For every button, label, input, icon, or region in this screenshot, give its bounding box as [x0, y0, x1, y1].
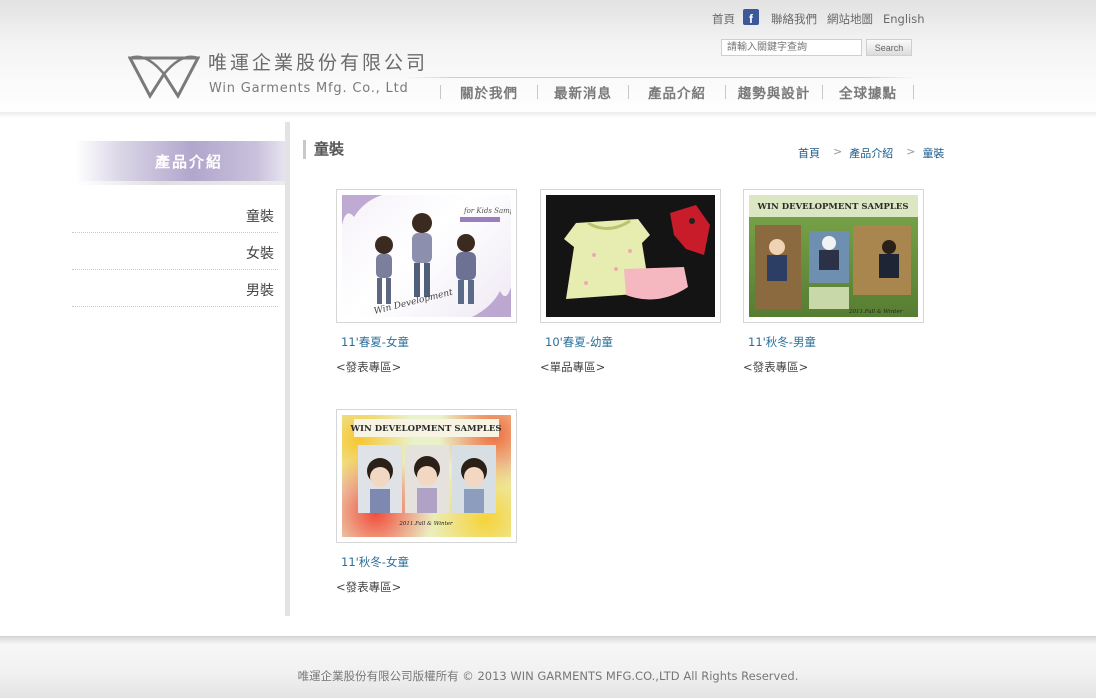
page-title: 童裝	[303, 140, 344, 159]
footer-copyright: 唯運企業股份有限公司版權所有 © 2013 WIN GARMENTS MFG.C…	[297, 669, 799, 683]
thumb-text: for Kids Sample	[463, 207, 511, 215]
search-button[interactable]: Search	[866, 39, 912, 56]
nav-item-products[interactable]: 產品介紹	[629, 82, 725, 102]
main-nav: 關於我們 最新消息 產品介紹 趨勢與設計 全球據點	[440, 82, 914, 102]
thumb-text: Win Development	[373, 288, 454, 317]
nav-divider	[405, 77, 915, 78]
sidebar-item-women[interactable]: 女裝	[72, 233, 278, 270]
contact-link[interactable]: 聯絡我們	[771, 11, 817, 27]
product-title[interactable]: 11'秋冬-男童	[748, 334, 925, 350]
brand-name-cn: 唯運企業股份有限公司	[208, 52, 429, 74]
sidebar-title-label: 產品介紹	[154, 152, 223, 171]
english-link[interactable]: English	[883, 12, 925, 26]
product-card: 10'春夏-幼童 <單品專區>	[540, 189, 722, 375]
product-thumbnail[interactable]: WIN DEVELOPMENT SAMPLES 2011.Fall & Wint…	[336, 409, 517, 543]
sidebar-menu: 童裝 女裝 男裝	[72, 196, 278, 307]
sidebar-title-shadow	[76, 181, 288, 185]
product-card: WIN DEVELOPMENT SAMPLES 2011.Fall & Wint…	[743, 189, 925, 375]
facebook-icon[interactable]: f	[743, 9, 759, 25]
product-card: WIN DEVELOPMENT SAMPLES 2011.Fall & Wint…	[336, 409, 518, 595]
product-tag: <發表專區>	[336, 360, 402, 374]
nav-separator	[913, 85, 914, 99]
product-tag: <發表專區>	[743, 360, 809, 374]
product-thumbnail[interactable]: for Kids Sample Win Development	[336, 189, 517, 323]
sidebar-item-kids[interactable]: 童裝	[72, 196, 278, 233]
breadcrumb-separator: >	[833, 145, 843, 158]
boys-collage-image: WIN DEVELOPMENT SAMPLES 2011.Fall & Wint…	[749, 195, 918, 315]
sidebar-title: 產品介紹	[76, 141, 288, 181]
product-thumbnail[interactable]: WIN DEVELOPMENT SAMPLES 2011.Fall & Wint…	[743, 189, 924, 323]
top-links: 首頁 f 聯絡我們 網站地圖 English	[712, 9, 935, 27]
header-shadow	[0, 112, 1096, 118]
breadcrumb-separator: >	[906, 145, 916, 158]
thumb-text: 2011.Fall & Winter	[398, 521, 453, 527]
thumb-text: 2011.Fall & Winter	[848, 309, 903, 315]
breadcrumb: 首頁 > 產品介紹 > 童裝	[798, 145, 944, 161]
breadcrumb-home[interactable]: 首頁	[798, 145, 820, 161]
nav-item-about[interactable]: 關於我們	[441, 82, 537, 102]
search-input[interactable]	[721, 39, 862, 56]
nav-item-trends[interactable]: 趨勢與設計	[726, 82, 822, 102]
logo-icon[interactable]	[128, 54, 200, 100]
product-tag: <單品專區>	[540, 360, 606, 374]
product-thumbnail[interactable]	[540, 189, 721, 323]
nav-item-locations[interactable]: 全球據點	[823, 82, 913, 102]
site-footer	[0, 636, 1096, 698]
product-title[interactable]: 11'秋冬-女童	[341, 554, 518, 570]
product-card: for Kids Sample Win Development 11'春夏-女童…	[336, 189, 518, 375]
sidebar-item-men[interactable]: 男裝	[72, 270, 278, 307]
product-tag: <發表專區>	[336, 580, 402, 594]
home-link[interactable]: 首頁	[712, 11, 735, 27]
product-title[interactable]: 11'春夏-女童	[341, 334, 518, 350]
sitemap-link[interactable]: 網站地圖	[827, 11, 873, 27]
baby-dress-image	[564, 205, 710, 300]
breadcrumb-current[interactable]: 童裝	[922, 145, 944, 161]
kids-photo-image: for Kids Sample Win Development	[342, 195, 511, 317]
product-title[interactable]: 10'春夏-幼童	[545, 334, 722, 350]
girls-collage-image: WIN DEVELOPMENT SAMPLES 2011.Fall & Wint…	[349, 419, 502, 527]
thumb-text: WIN DEVELOPMENT SAMPLES	[756, 202, 908, 212]
nav-item-news[interactable]: 最新消息	[538, 82, 628, 102]
brand-name-en: Win Garments Mfg. Co., Ltd	[209, 81, 409, 96]
breadcrumb-products[interactable]: 產品介紹	[849, 145, 893, 161]
thumb-text: WIN DEVELOPMENT SAMPLES	[349, 424, 501, 434]
content-divider	[285, 122, 290, 616]
